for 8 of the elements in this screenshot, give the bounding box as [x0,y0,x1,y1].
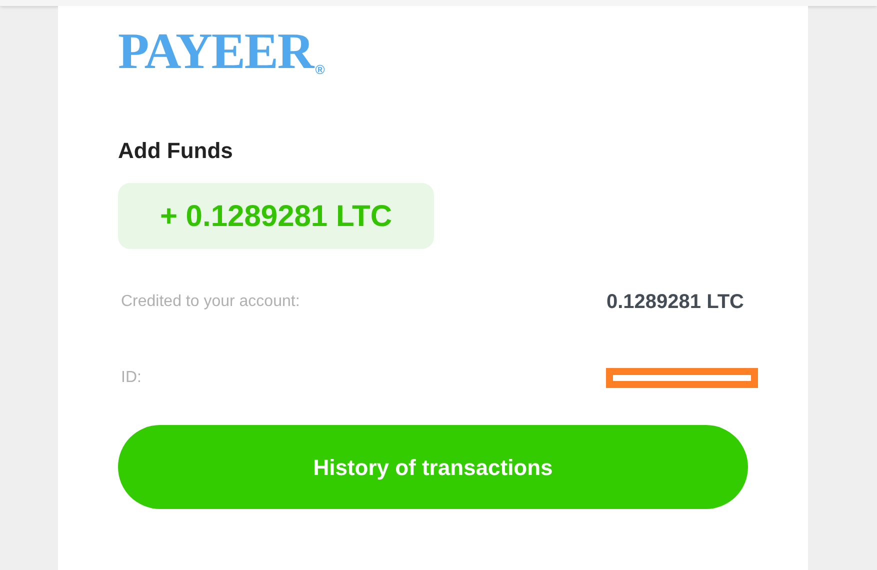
registered-mark: ® [315,63,325,76]
detail-value: 0.1289281 LTC [606,290,744,315]
logo: PAYEER [118,27,314,78]
amount-badge: + 0.1289281 LTC [118,183,434,249]
heading: Add Funds [118,138,233,163]
detail-label: Credited to your account: [121,292,300,312]
detail-label: ID: [121,368,142,388]
history-button[interactable]: History of transactions [118,425,748,509]
